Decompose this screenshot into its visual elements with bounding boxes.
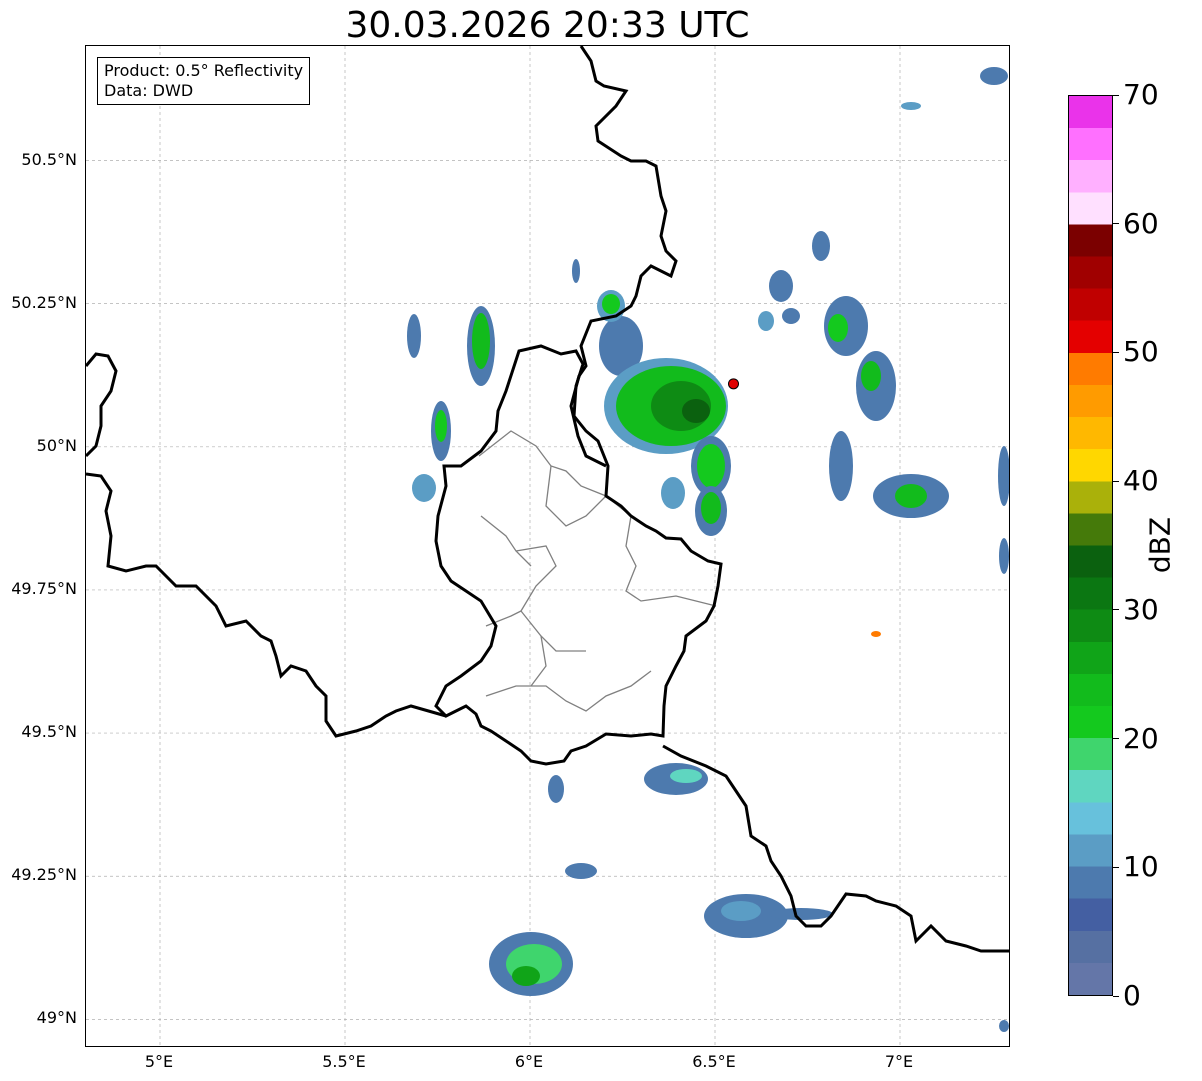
colorbar-tick-label: 70 bbox=[1123, 78, 1159, 111]
echo-cell bbox=[871, 631, 881, 637]
product-info-box: Product: 0.5° Reflectivity Data: DWD bbox=[97, 57, 311, 105]
latitude-tick-label: 50.5°N bbox=[21, 149, 77, 169]
echo-cell bbox=[769, 270, 793, 302]
echo-cell bbox=[721, 901, 761, 921]
longitude-tick-label: 5°E bbox=[144, 1052, 174, 1071]
echo-cell bbox=[670, 769, 702, 783]
radar-map[interactable] bbox=[85, 45, 1010, 1047]
colorbar-tick-label: 10 bbox=[1123, 850, 1159, 884]
echo-cell bbox=[682, 399, 710, 423]
colorbar-tick bbox=[1113, 94, 1119, 96]
echo-cell bbox=[769, 908, 833, 920]
latitude-tick-label: 49.75°N bbox=[11, 578, 77, 598]
colorbar-tick-label: 60 bbox=[1123, 206, 1159, 240]
longitude-tick-label: 6.5°E bbox=[692, 1052, 736, 1071]
echo-cell bbox=[407, 314, 421, 358]
longitude-tick-label: 6°E bbox=[514, 1052, 544, 1071]
latitude-tick-label: 49.5°N bbox=[21, 722, 77, 742]
echo-cell bbox=[565, 863, 597, 879]
colorbar-tick bbox=[1113, 738, 1119, 740]
map-title: 30.03.2026 20:33 UTC bbox=[345, 5, 750, 46]
radar-site-marker[interactable] bbox=[728, 378, 739, 390]
latitude-tick-label: 49.25°N bbox=[11, 865, 77, 885]
product-label: Product: 0.5° Reflectivity bbox=[104, 61, 304, 80]
echo-cell bbox=[895, 484, 927, 508]
echo-cell bbox=[829, 431, 853, 501]
latitude-tick-label: 50.25°N bbox=[11, 292, 77, 312]
colorbar-tick bbox=[1113, 480, 1119, 482]
echo-cell bbox=[999, 1020, 1009, 1032]
longitude-tick-label: 7°E bbox=[884, 1052, 914, 1071]
national-borders bbox=[86, 46, 1009, 953]
colorbar-tick bbox=[1113, 223, 1119, 225]
echo-cell bbox=[412, 474, 436, 502]
echo-cell bbox=[572, 259, 580, 283]
echo-cell bbox=[758, 311, 774, 331]
echo-cell bbox=[828, 314, 848, 342]
echo-cell bbox=[812, 231, 830, 261]
colorbar-tick bbox=[1113, 351, 1119, 353]
echo-cell bbox=[512, 966, 540, 986]
echo-cell bbox=[861, 361, 881, 391]
colorbar-tick-label: 20 bbox=[1123, 721, 1159, 755]
echo-cell bbox=[901, 102, 921, 110]
colorbar-tick bbox=[1113, 866, 1119, 868]
echo-cell bbox=[701, 492, 721, 524]
colorbar-tick-label: 50 bbox=[1123, 335, 1159, 369]
longitude-tick-label: 5.5°E bbox=[322, 1052, 366, 1071]
map-canvas bbox=[86, 46, 1009, 1046]
colorbar-tick-label: 30 bbox=[1123, 592, 1159, 626]
echo-cell bbox=[548, 775, 564, 803]
echo-cell bbox=[697, 444, 725, 488]
colorbar-tick bbox=[1113, 609, 1119, 611]
colorbar-tick-label: 40 bbox=[1123, 464, 1159, 498]
colorbar-unit-label: dBZ bbox=[1143, 516, 1177, 574]
radar-echoes bbox=[407, 67, 1009, 1032]
echo-cell bbox=[980, 67, 1008, 85]
colorbar-tick-label: 0 bbox=[1123, 979, 1141, 1012]
latitude-tick-label: 49°N bbox=[36, 1008, 77, 1028]
latitude-tick-label: 50°N bbox=[36, 435, 77, 455]
echo-cell bbox=[435, 410, 447, 442]
echo-cell bbox=[782, 308, 800, 324]
data-source-label: Data: DWD bbox=[104, 81, 194, 100]
echo-cell bbox=[999, 538, 1009, 574]
echo-cell bbox=[661, 477, 685, 509]
echo-cell bbox=[472, 313, 490, 369]
colorbar-tick bbox=[1113, 995, 1119, 997]
echo-cell bbox=[602, 294, 620, 314]
graticule bbox=[86, 46, 1009, 1046]
colorbar bbox=[1068, 95, 1113, 996]
echo-cell bbox=[998, 446, 1009, 506]
